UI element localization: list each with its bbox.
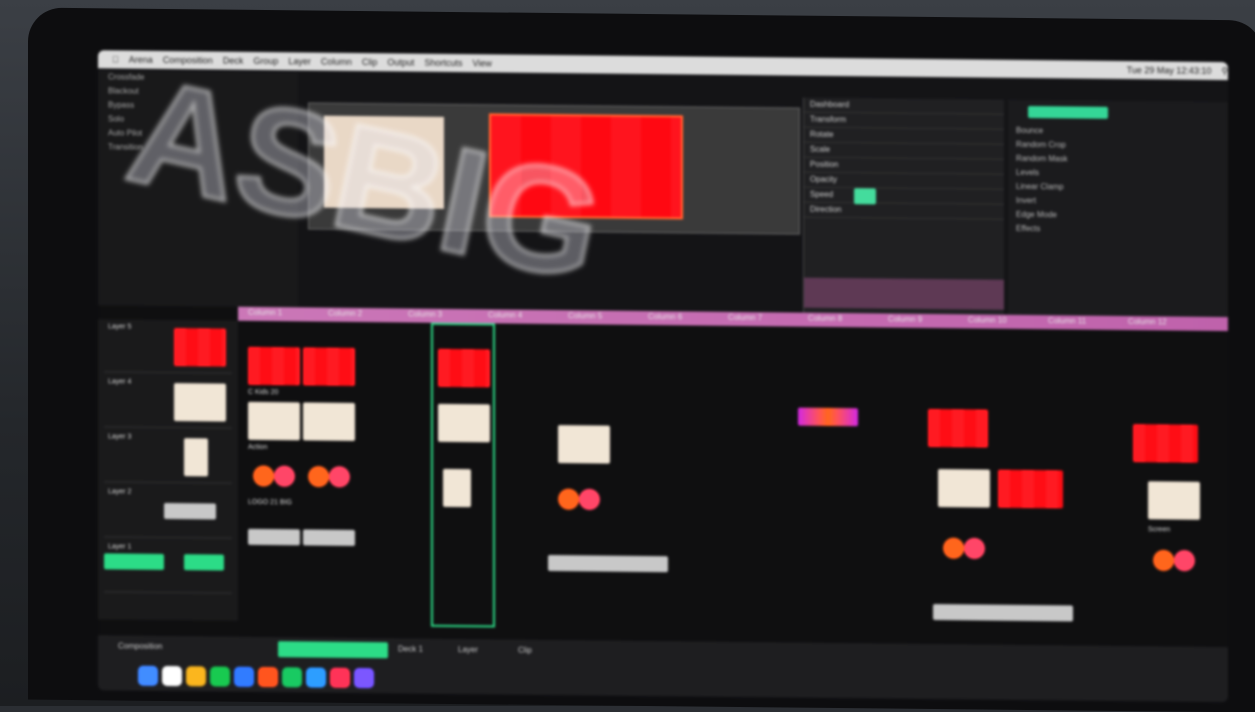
menu-item-column[interactable]: Column	[321, 57, 352, 67]
layer-name[interactable]: Layer 5	[108, 323, 131, 330]
column-header[interactable]: Column 2	[328, 309, 362, 318]
app-icon[interactable]	[162, 665, 182, 687]
clip-cell[interactable]	[938, 529, 990, 568]
clip-cell[interactable]	[933, 604, 1073, 622]
menu-item-layer[interactable]: Layer	[288, 56, 311, 66]
clip-cell[interactable]	[1148, 541, 1200, 580]
app-icon[interactable]	[330, 667, 350, 688]
clip-deck: Column 1 Column 2 Column 3 Column 4 Colu…	[98, 305, 1228, 648]
layer-name[interactable]: Layer 2	[108, 488, 131, 495]
apple-icon[interactable]: 	[112, 54, 119, 64]
clip-cell[interactable]	[303, 457, 355, 496]
layer-row: Layer 5	[104, 319, 232, 374]
layer-name[interactable]: Layer 1	[108, 543, 131, 550]
selected-column-outline	[431, 322, 495, 628]
property-row[interactable]: Direction	[804, 202, 1004, 220]
clip-cell[interactable]	[303, 402, 355, 441]
clip-label: Screen	[1148, 526, 1171, 534]
clip-cell[interactable]	[938, 469, 990, 508]
whatsapp-icon[interactable]	[210, 666, 230, 687]
menu-item-view[interactable]: View	[472, 58, 491, 68]
layer-name[interactable]: Layer 3	[108, 433, 131, 440]
layer-row: Layer 1	[104, 539, 232, 594]
effect-row[interactable]: Edge Mode	[1008, 208, 1228, 224]
finder-icon[interactable]	[138, 665, 158, 686]
composition-transport-button[interactable]	[278, 641, 388, 659]
bottom-label[interactable]: Layer	[458, 645, 478, 654]
app-icon[interactable]	[258, 666, 278, 688]
menubar-clock: Tue 29 May 12:43:10	[1126, 65, 1212, 76]
bottom-bar: Composition Deck 1 Layer Clip	[98, 635, 1228, 703]
effects-tab-active[interactable]	[1028, 106, 1108, 119]
column-header[interactable]: Column 12	[1128, 317, 1167, 326]
effect-row[interactable]: Effects	[1008, 222, 1228, 238]
clip-cell[interactable]	[1133, 424, 1198, 463]
layer-name[interactable]: Layer 4	[108, 378, 131, 385]
effect-slot[interactable]	[804, 277, 1004, 310]
clip-cell[interactable]	[248, 528, 300, 546]
menu-item-group[interactable]: Group	[253, 56, 278, 66]
app-icon[interactable]	[282, 667, 302, 688]
clip-cell[interactable]	[248, 401, 300, 441]
clip-cell[interactable]	[303, 529, 355, 546]
column-header[interactable]: Column 1	[248, 308, 282, 317]
layer-thumbnail[interactable]	[164, 502, 216, 520]
clip-label: LOGO 21 BIG	[248, 498, 292, 507]
column-header[interactable]: Column 3	[408, 310, 442, 319]
dock	[138, 665, 374, 689]
clip-cell[interactable]	[553, 480, 605, 519]
clip-cell[interactable]	[248, 346, 300, 386]
column-header[interactable]: Column 7	[728, 313, 762, 322]
laptop-screen:  Arena Composition Deck Group Layer Col…	[98, 50, 1228, 703]
clip-label: Action	[248, 443, 268, 452]
bottom-label[interactable]: Clip	[518, 646, 532, 655]
layer-controls-column: Layer 5 Layer 4 Layer 3 Layer 2 Layer 1	[98, 319, 238, 621]
app-icon[interactable]	[354, 667, 374, 689]
column-header[interactable]: Column 10	[968, 315, 1007, 324]
layer-row: Layer 3	[104, 429, 232, 484]
layer-row: Layer 2	[104, 484, 232, 539]
clip-cell[interactable]	[798, 407, 858, 427]
clip-cell[interactable]	[248, 456, 300, 496]
column-header[interactable]: Column 9	[888, 315, 922, 324]
effect-row[interactable]: Random Mask	[1008, 152, 1228, 168]
layer-row: Layer 4	[104, 374, 232, 429]
layer-thumbnail[interactable]	[184, 438, 208, 477]
menu-item-shortcuts[interactable]: Shortcuts	[424, 58, 462, 68]
column-header[interactable]: Column 4	[488, 310, 522, 319]
clip-cell[interactable]	[1148, 481, 1200, 520]
column-header[interactable]: Column 11	[1048, 316, 1086, 325]
search-icon[interactable]: ⚲	[1221, 66, 1228, 77]
app-icon[interactable]	[234, 666, 254, 687]
app-icon[interactable]	[306, 667, 326, 688]
chrome-icon[interactable]	[186, 666, 206, 687]
clip-cell[interactable]	[558, 425, 610, 464]
effects-panel: Bounce Random Crop Random Mask Levels Li…	[1008, 99, 1228, 318]
play-toggle-button[interactable]	[854, 188, 876, 205]
layer-solo-button[interactable]	[184, 554, 224, 571]
menu-item-output[interactable]: Output	[387, 57, 414, 67]
column-header[interactable]: Column 8	[808, 314, 842, 323]
menu-item-clip[interactable]: Clip	[362, 57, 378, 67]
clip-properties-panel: Dashboard Transform Rotate Scale Positio…	[803, 97, 1004, 325]
clip-cell[interactable]	[548, 554, 668, 573]
clip-label: C Kids 20	[248, 388, 279, 397]
bottom-label[interactable]: Deck 1	[398, 644, 423, 653]
clip-cell[interactable]	[303, 347, 355, 386]
layer-bypass-button[interactable]	[104, 553, 164, 570]
laptop-bezel:  Arena Composition Deck Group Layer Col…	[28, 7, 1255, 712]
column-header[interactable]: Column 6	[648, 312, 682, 321]
effect-row[interactable]: Linear Clamp	[1008, 180, 1228, 196]
layer-thumbnail[interactable]	[174, 328, 226, 367]
layer-thumbnail[interactable]	[174, 383, 226, 422]
bottom-label[interactable]: Composition	[118, 641, 162, 650]
clip-cell[interactable]	[928, 408, 988, 448]
clip-cell[interactable]	[998, 469, 1063, 509]
